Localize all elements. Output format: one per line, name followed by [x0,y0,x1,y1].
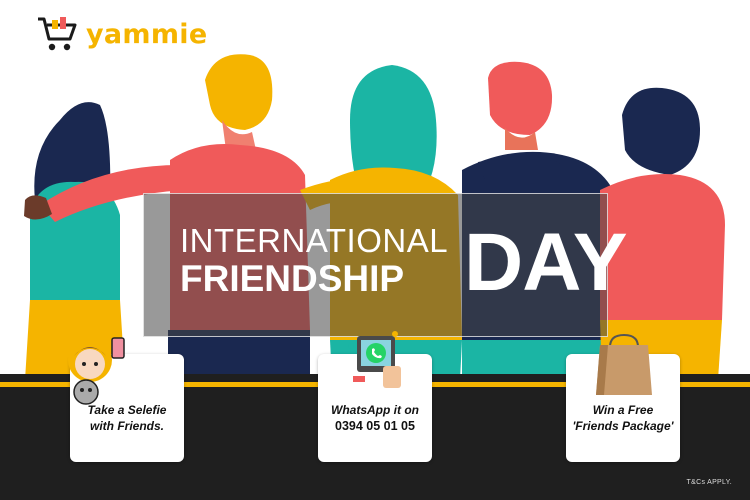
title-panel: INTERNATIONAL FRIENDSHIP DAY [143,193,628,337]
card-gift-line1: Win a Free [592,403,654,417]
shopping-cart-icon [38,17,77,51]
friendship-day-banner: yammie INTERNATIONAL FRIENDSHIP DAY Take… [0,0,750,500]
title-day: DAY [464,217,628,308]
gift-bag-icon [596,333,652,395]
card-gift-line2: 'Friends Package' [572,419,674,433]
card-whatsapp-line1: WhatsApp it on [331,403,419,417]
whatsapp-number[interactable]: 0394 05 01 05 [318,418,432,434]
title-international: INTERNATIONAL [180,222,449,259]
title-friendship: FRIENDSHIP [180,258,405,299]
terms-notice: T&Cs APPLY. [686,479,732,486]
selfie-girl-icon [68,337,125,405]
brand-name: yammie [86,18,208,50]
yammie-logo[interactable]: yammie [36,14,207,54]
card-selfie-line2: with Friends. [89,419,164,433]
whatsapp-phone-icon [348,331,401,388]
